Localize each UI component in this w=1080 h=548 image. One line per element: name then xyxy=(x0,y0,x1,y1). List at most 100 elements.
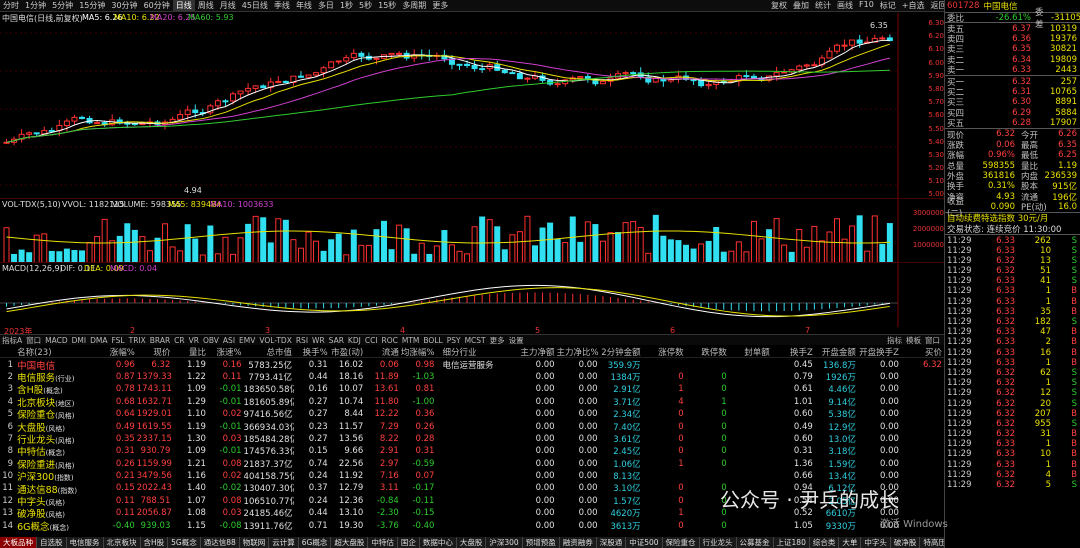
period-tab-1[interactable]: 1分钟 xyxy=(22,0,49,11)
period-tab-12[interactable]: 多日 xyxy=(315,0,337,11)
col-header[interactable]: 市盈(动) xyxy=(330,346,366,358)
block-tab-17[interactable]: 融资融券 xyxy=(559,537,597,548)
col-header[interactable]: 均涨幅% xyxy=(401,346,437,358)
block-tab-16[interactable]: 预增预盈 xyxy=(522,537,560,548)
indicator-tab-3[interactable]: DMI xyxy=(70,336,88,345)
period-tab-13[interactable]: 1秒 xyxy=(337,0,356,11)
table-row[interactable]: 2 电信服务(行业) 0.87 1379.33 1.22 0.11 7793.41亿 0.44… xyxy=(0,371,944,384)
block-tab-9[interactable]: 6G概念 xyxy=(298,537,332,548)
buys-row[interactable]: 买五 6.28 17907 xyxy=(945,118,1080,129)
block-tab-14[interactable]: 大盘股 xyxy=(456,537,487,548)
candle-chart[interactable] xyxy=(0,13,944,208)
period-tab-15[interactable]: 15秒 xyxy=(375,0,399,11)
block-tab-21[interactable]: 行业龙头 xyxy=(699,537,737,548)
indicator-right-1[interactable]: 模板 xyxy=(904,335,923,345)
block-tab-26[interactable]: 中字头 xyxy=(861,537,891,548)
indicator-tab-7[interactable]: BRAR xyxy=(148,336,172,345)
indicator-tab-21[interactable]: BOLL xyxy=(421,336,444,345)
indicator-tab-18[interactable]: CCI xyxy=(363,336,380,345)
period-tab-0[interactable]: 分时 xyxy=(0,0,22,11)
block-tab-6[interactable]: 通达信88 xyxy=(200,537,240,548)
col-header[interactable]: 主力净额 xyxy=(513,346,556,358)
indicator-tab-6[interactable]: TRIX xyxy=(127,336,148,345)
col-header[interactable]: 跌停数 xyxy=(686,346,729,358)
period-tab-5[interactable]: 60分钟 xyxy=(141,0,173,11)
block-tab-11[interactable]: 中特估 xyxy=(368,537,398,548)
table-row[interactable]: 7 行业龙头(风格) 0.35 2337.15 1.30 0.03 185484.28亿 0.… xyxy=(0,433,944,446)
col-header[interactable]: 现价 xyxy=(137,346,173,358)
indicator-tab-9[interactable]: VR xyxy=(187,336,201,345)
indicator-right-0[interactable]: 指标 xyxy=(885,335,904,345)
indicator-tab-23[interactable]: MCST xyxy=(463,336,488,345)
sells-row[interactable]: 卖一 6.33 2443 xyxy=(945,65,1080,76)
tool-1[interactable]: 叠加 xyxy=(790,0,812,12)
period-tab-8[interactable]: 月线 xyxy=(217,0,239,11)
tool-6[interactable]: +自选 xyxy=(899,0,928,12)
indicator-tab-14[interactable]: RSI xyxy=(294,336,310,345)
block-tab-24[interactable]: 综合类 xyxy=(809,537,840,548)
col-header[interactable]: 换手% xyxy=(294,346,330,358)
period-tab-14[interactable]: 5秒 xyxy=(356,0,375,11)
block-tab-20[interactable]: 保险重仓 xyxy=(662,537,700,548)
col-header[interactable]: 流通 xyxy=(365,346,401,358)
table-row[interactable]: 6 大盘股(风格) 0.49 1619.55 1.19 -0.01 366934.03亿 0.… xyxy=(0,420,944,434)
col-header[interactable]: 名称(23) xyxy=(17,346,101,358)
table-row[interactable]: 3 含H股(概念) 0.78 1743.11 1.09 -0.01 183650.58亿 0.… xyxy=(0,383,944,396)
tool-4[interactable]: F10 xyxy=(856,0,877,12)
table-row[interactable]: 5 保险重仓(风格) 0.64 1929.01 1.10 0.02 97416.56亿 0.2… xyxy=(0,408,944,421)
block-tab-28[interactable]: 特高压 xyxy=(920,537,944,548)
indicator-tab-24[interactable]: 更多 xyxy=(488,335,507,345)
block-tab-10[interactable]: 超大盘股 xyxy=(331,537,369,548)
indicator-tab-12[interactable]: EMV xyxy=(237,336,257,345)
col-header[interactable]: 涨停数 xyxy=(643,346,686,358)
block-tab-3[interactable]: 北京板块 xyxy=(103,537,141,548)
tool-0[interactable]: 复权 xyxy=(768,0,790,12)
table-row[interactable]: 4 北京板块(地区) 0.68 1632.71 1.29 -0.01 181605.89亿 0… xyxy=(0,396,944,409)
col-header[interactable]: 量比 xyxy=(172,346,208,358)
block-tab-18[interactable]: 深股通 xyxy=(596,537,627,548)
indicator-tab-13[interactable]: VOL-TDX xyxy=(257,336,293,345)
block-tab-23[interactable]: 上证180 xyxy=(773,537,810,548)
col-header[interactable]: 买价 xyxy=(901,346,944,358)
period-tab-16[interactable]: 多周期 xyxy=(399,0,429,11)
indicator-tab-5[interactable]: FSL xyxy=(109,336,126,345)
indicator-tab-1[interactable]: 窗口 xyxy=(24,335,43,345)
period-tab-10[interactable]: 季线 xyxy=(271,0,293,11)
indicator-tab-22[interactable]: PSY xyxy=(445,336,463,345)
block-tab-27[interactable]: 破净股 xyxy=(890,537,921,548)
block-tab-13[interactable]: 数据中心 xyxy=(419,537,457,548)
col-header[interactable]: 开盘金额 xyxy=(815,346,858,358)
col-header[interactable]: 主力净比% xyxy=(557,346,600,358)
macd-pane[interactable]: MACD(12,26,9) DIF: 0.11 DEA: 0.09 MACD: … xyxy=(0,262,944,327)
indicator-tab-16[interactable]: SAR xyxy=(327,336,346,345)
indicator-tab-15[interactable]: WR xyxy=(310,336,327,345)
table-row[interactable]: 10 沪深300(指数) 0.21 3479.56 1.16 0.02 404158.75亿… xyxy=(0,470,944,483)
col-header[interactable]: 开盘换手Z xyxy=(858,346,901,358)
block-tab-25[interactable]: 大单 xyxy=(839,537,862,548)
block-tab-2[interactable]: 电信服务 xyxy=(66,537,104,548)
indicator-tab-25[interactable]: 设置 xyxy=(507,335,526,345)
period-tab-6[interactable]: 日线 xyxy=(172,0,195,11)
indicator-tab-17[interactable]: KDJ xyxy=(346,336,363,345)
indicator-tab-10[interactable]: OBV xyxy=(201,336,221,345)
col-header[interactable]: 2分钟金额 xyxy=(600,346,643,358)
block-tab-19[interactable]: 中证500 xyxy=(626,537,663,548)
indicator-right-2[interactable]: 窗口 xyxy=(923,335,942,345)
block-tab-22[interactable]: 公募基金 xyxy=(736,537,774,548)
block-tab-8[interactable]: 云计算 xyxy=(269,537,299,548)
indicator-tab-19[interactable]: ROC xyxy=(380,336,400,345)
period-tab-9[interactable]: 45日线 xyxy=(239,0,271,11)
col-header[interactable]: 封单额 xyxy=(729,346,772,358)
block-tab-5[interactable]: 5G概念 xyxy=(168,537,201,548)
table-row[interactable]: 14 6G概念(概念) -0.40 939.03 1.15 -0.08 13911.76亿 0… xyxy=(0,519,944,533)
period-tab-2[interactable]: 5分钟 xyxy=(49,0,76,11)
volume-pane[interactable]: VOL-TDX(5,10) VVOL: 1182115 VOLUME: 5983… xyxy=(0,198,944,264)
col-header[interactable]: 总市值 xyxy=(244,346,295,358)
col-header[interactable]: 细分行业 xyxy=(436,346,513,358)
period-tab-4[interactable]: 30分钟 xyxy=(108,0,140,11)
block-tab-0[interactable]: 大板品种 xyxy=(0,537,37,548)
block-tab-1[interactable]: 自选股 xyxy=(37,537,67,548)
col-header[interactable]: 换手Z xyxy=(772,346,815,358)
tool-5[interactable]: 标记 xyxy=(877,0,899,12)
period-tab-17[interactable]: 更多 xyxy=(429,0,451,11)
